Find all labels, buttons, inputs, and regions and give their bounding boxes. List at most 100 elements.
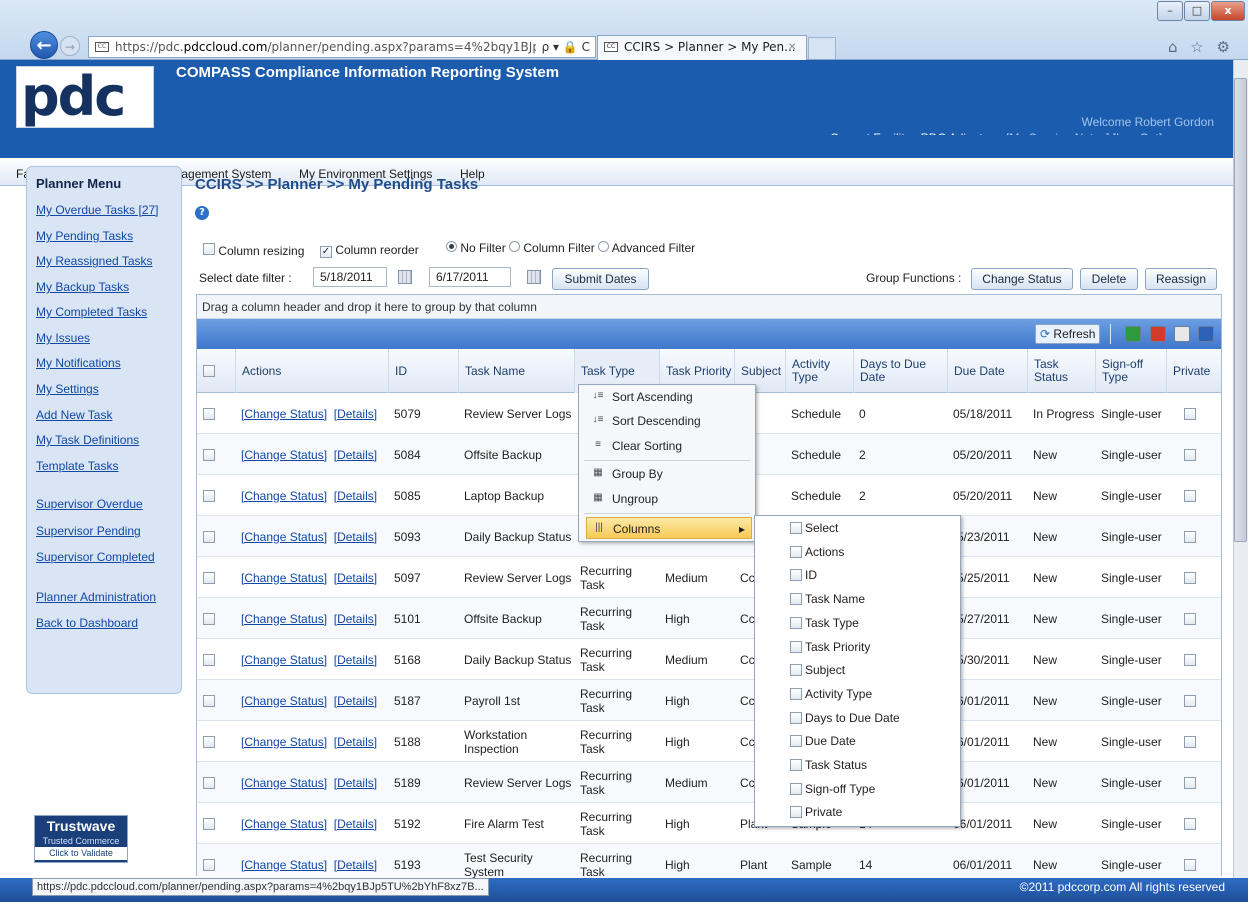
minimize-button[interactable]: –: [1157, 1, 1183, 21]
column-toggle-item[interactable]: Activity Type: [790, 687, 872, 701]
column-toggle-item[interactable]: Select: [790, 521, 838, 535]
row-checkbox[interactable]: [203, 489, 215, 502]
details-link[interactable]: [Details]: [334, 571, 377, 585]
column-toggle-item[interactable]: Task Name: [790, 592, 865, 606]
trustwave-badge[interactable]: Trustwave Trusted Commerce Click to Vali…: [34, 815, 128, 863]
table-row[interactable]: [Change Status] [Details] 5097 Review Serv…: [197, 557, 1221, 598]
row-private-cell[interactable]: [1166, 803, 1221, 844]
col-header-due-date[interactable]: Due Date: [947, 349, 1027, 393]
col-header-task-name[interactable]: Task Name: [458, 349, 574, 393]
sidebar-item-supervisor-completed[interactable]: Supervisor Completed: [36, 550, 155, 564]
row-checkbox[interactable]: [203, 612, 215, 625]
row-checkbox[interactable]: [203, 858, 215, 871]
row-private-cell[interactable]: [1166, 680, 1221, 721]
table-row[interactable]: [Change Status] [Details] 5189 Review Serv…: [197, 762, 1221, 803]
select-all-checkbox[interactable]: [203, 365, 215, 377]
row-private-cell[interactable]: [1166, 393, 1221, 434]
details-link[interactable]: [Details]: [334, 489, 377, 503]
sidebar-item-settings[interactable]: My Settings: [36, 382, 99, 396]
change-status-link[interactable]: [Change Status]: [241, 858, 327, 872]
row-select-cell[interactable]: [197, 557, 235, 598]
column-toggle-checkbox[interactable]: [790, 616, 802, 629]
table-row[interactable]: [Change Status] [Details] 5168 Daily Backu…: [197, 639, 1221, 680]
private-checkbox[interactable]: [1184, 448, 1196, 461]
column-toggle-checkbox[interactable]: [790, 687, 802, 700]
maximize-button[interactable]: □: [1184, 1, 1210, 21]
menu-sort-ascending[interactable]: ↓≡ Sort Ascending: [586, 386, 752, 408]
private-checkbox[interactable]: [1184, 653, 1196, 666]
column-toggle-checkbox[interactable]: [790, 569, 802, 582]
column-toggle-checkbox[interactable]: [790, 759, 802, 771]
refresh-button[interactable]: ⟳ Refresh: [1035, 324, 1101, 344]
change-status-link[interactable]: [Change Status]: [241, 653, 327, 667]
details-link[interactable]: [Details]: [334, 694, 377, 708]
row-checkbox[interactable]: [203, 653, 215, 666]
row-checkbox[interactable]: [203, 694, 215, 707]
column-toggle-item[interactable]: Sign-off Type: [790, 782, 875, 796]
column-toggle-checkbox[interactable]: [790, 640, 802, 653]
row-checkbox[interactable]: [203, 776, 215, 789]
private-checkbox[interactable]: [1184, 817, 1196, 830]
row-select-cell[interactable]: [197, 721, 235, 762]
row-private-cell[interactable]: [1166, 762, 1221, 803]
table-row[interactable]: [Change Status] [Details] 5101 Offsite Bac…: [197, 598, 1221, 639]
select-all-header[interactable]: [197, 349, 235, 393]
column-toggle-item[interactable]: Actions: [790, 545, 844, 559]
forward-button[interactable]: →: [60, 36, 80, 56]
sidebar-item-supervisor-overdue[interactable]: Supervisor Overdue: [36, 497, 143, 511]
private-checkbox[interactable]: [1184, 571, 1196, 584]
private-checkbox[interactable]: [1184, 489, 1196, 502]
column-reorder-checkbox[interactable]: ✓: [320, 246, 332, 258]
column-toggle-item[interactable]: Subject: [790, 663, 845, 677]
calendar-icon[interactable]: [527, 270, 541, 284]
private-checkbox[interactable]: [1184, 530, 1196, 543]
sidebar-item-backup[interactable]: My Backup Tasks: [36, 280, 129, 294]
sidebar-item-task-definitions[interactable]: My Task Definitions: [36, 433, 139, 447]
column-reorder-option[interactable]: ✓ Column reorder: [320, 243, 419, 258]
submit-dates-button[interactable]: Submit Dates: [552, 268, 649, 290]
column-toggle-checkbox[interactable]: [790, 545, 802, 558]
private-checkbox[interactable]: [1184, 407, 1196, 420]
export-pdf-icon[interactable]: [1150, 326, 1166, 342]
row-checkbox[interactable]: [203, 407, 215, 420]
export-excel-icon[interactable]: [1125, 326, 1141, 342]
column-toggle-item[interactable]: Task Status: [790, 758, 867, 772]
table-row[interactable]: [Change Status] [Details] 5188 Workstation…: [197, 721, 1221, 762]
column-filter-radio[interactable]: [509, 241, 521, 252]
back-button[interactable]: ←: [30, 31, 58, 59]
change-status-link[interactable]: [Change Status]: [241, 612, 327, 626]
details-link[interactable]: [Details]: [334, 858, 377, 872]
column-resizing-option[interactable]: Column resizing: [203, 243, 304, 258]
row-select-cell[interactable]: [197, 803, 235, 844]
column-toggle-checkbox[interactable]: [790, 711, 802, 724]
date-to-input[interactable]: 6/17/2011: [429, 267, 511, 287]
row-private-cell[interactable]: [1166, 434, 1221, 475]
details-link[interactable]: [Details]: [334, 776, 377, 790]
row-private-cell[interactable]: [1166, 557, 1221, 598]
row-select-cell[interactable]: [197, 762, 235, 803]
delete-button[interactable]: Delete: [1080, 268, 1138, 290]
table-row[interactable]: [Change Status] [Details] 5192 Fire Alarm …: [197, 803, 1221, 844]
sidebar-item-issues[interactable]: My Issues: [36, 331, 90, 345]
row-checkbox[interactable]: [203, 448, 215, 461]
sidebar-item-template-tasks[interactable]: Template Tasks: [36, 459, 118, 473]
column-toggle-checkbox[interactable]: [790, 664, 802, 677]
row-private-cell[interactable]: [1166, 639, 1221, 680]
details-link[interactable]: [Details]: [334, 735, 377, 749]
change-status-link[interactable]: [Change Status]: [241, 407, 327, 421]
private-checkbox[interactable]: [1184, 612, 1196, 625]
private-checkbox[interactable]: [1184, 694, 1196, 707]
tab-close-icon[interactable]: ✕: [788, 36, 796, 59]
sidebar-item-dashboard[interactable]: Back to Dashboard: [36, 616, 138, 630]
column-toggle-item[interactable]: Task Priority: [790, 640, 870, 654]
row-checkbox[interactable]: [203, 571, 215, 584]
row-private-cell[interactable]: [1166, 598, 1221, 639]
menu-sort-descending[interactable]: ↓≡ Sort Descending: [586, 410, 752, 432]
col-header-signoff-type[interactable]: Sign-off Type: [1095, 349, 1166, 393]
sidebar-item-planner-admin[interactable]: Planner Administration: [36, 590, 156, 604]
row-select-cell[interactable]: [197, 434, 235, 475]
no-filter-radio[interactable]: [446, 241, 457, 252]
change-status-link[interactable]: [Change Status]: [241, 776, 327, 790]
change-status-link[interactable]: [Change Status]: [241, 694, 327, 708]
change-status-link[interactable]: [Change Status]: [241, 448, 327, 462]
